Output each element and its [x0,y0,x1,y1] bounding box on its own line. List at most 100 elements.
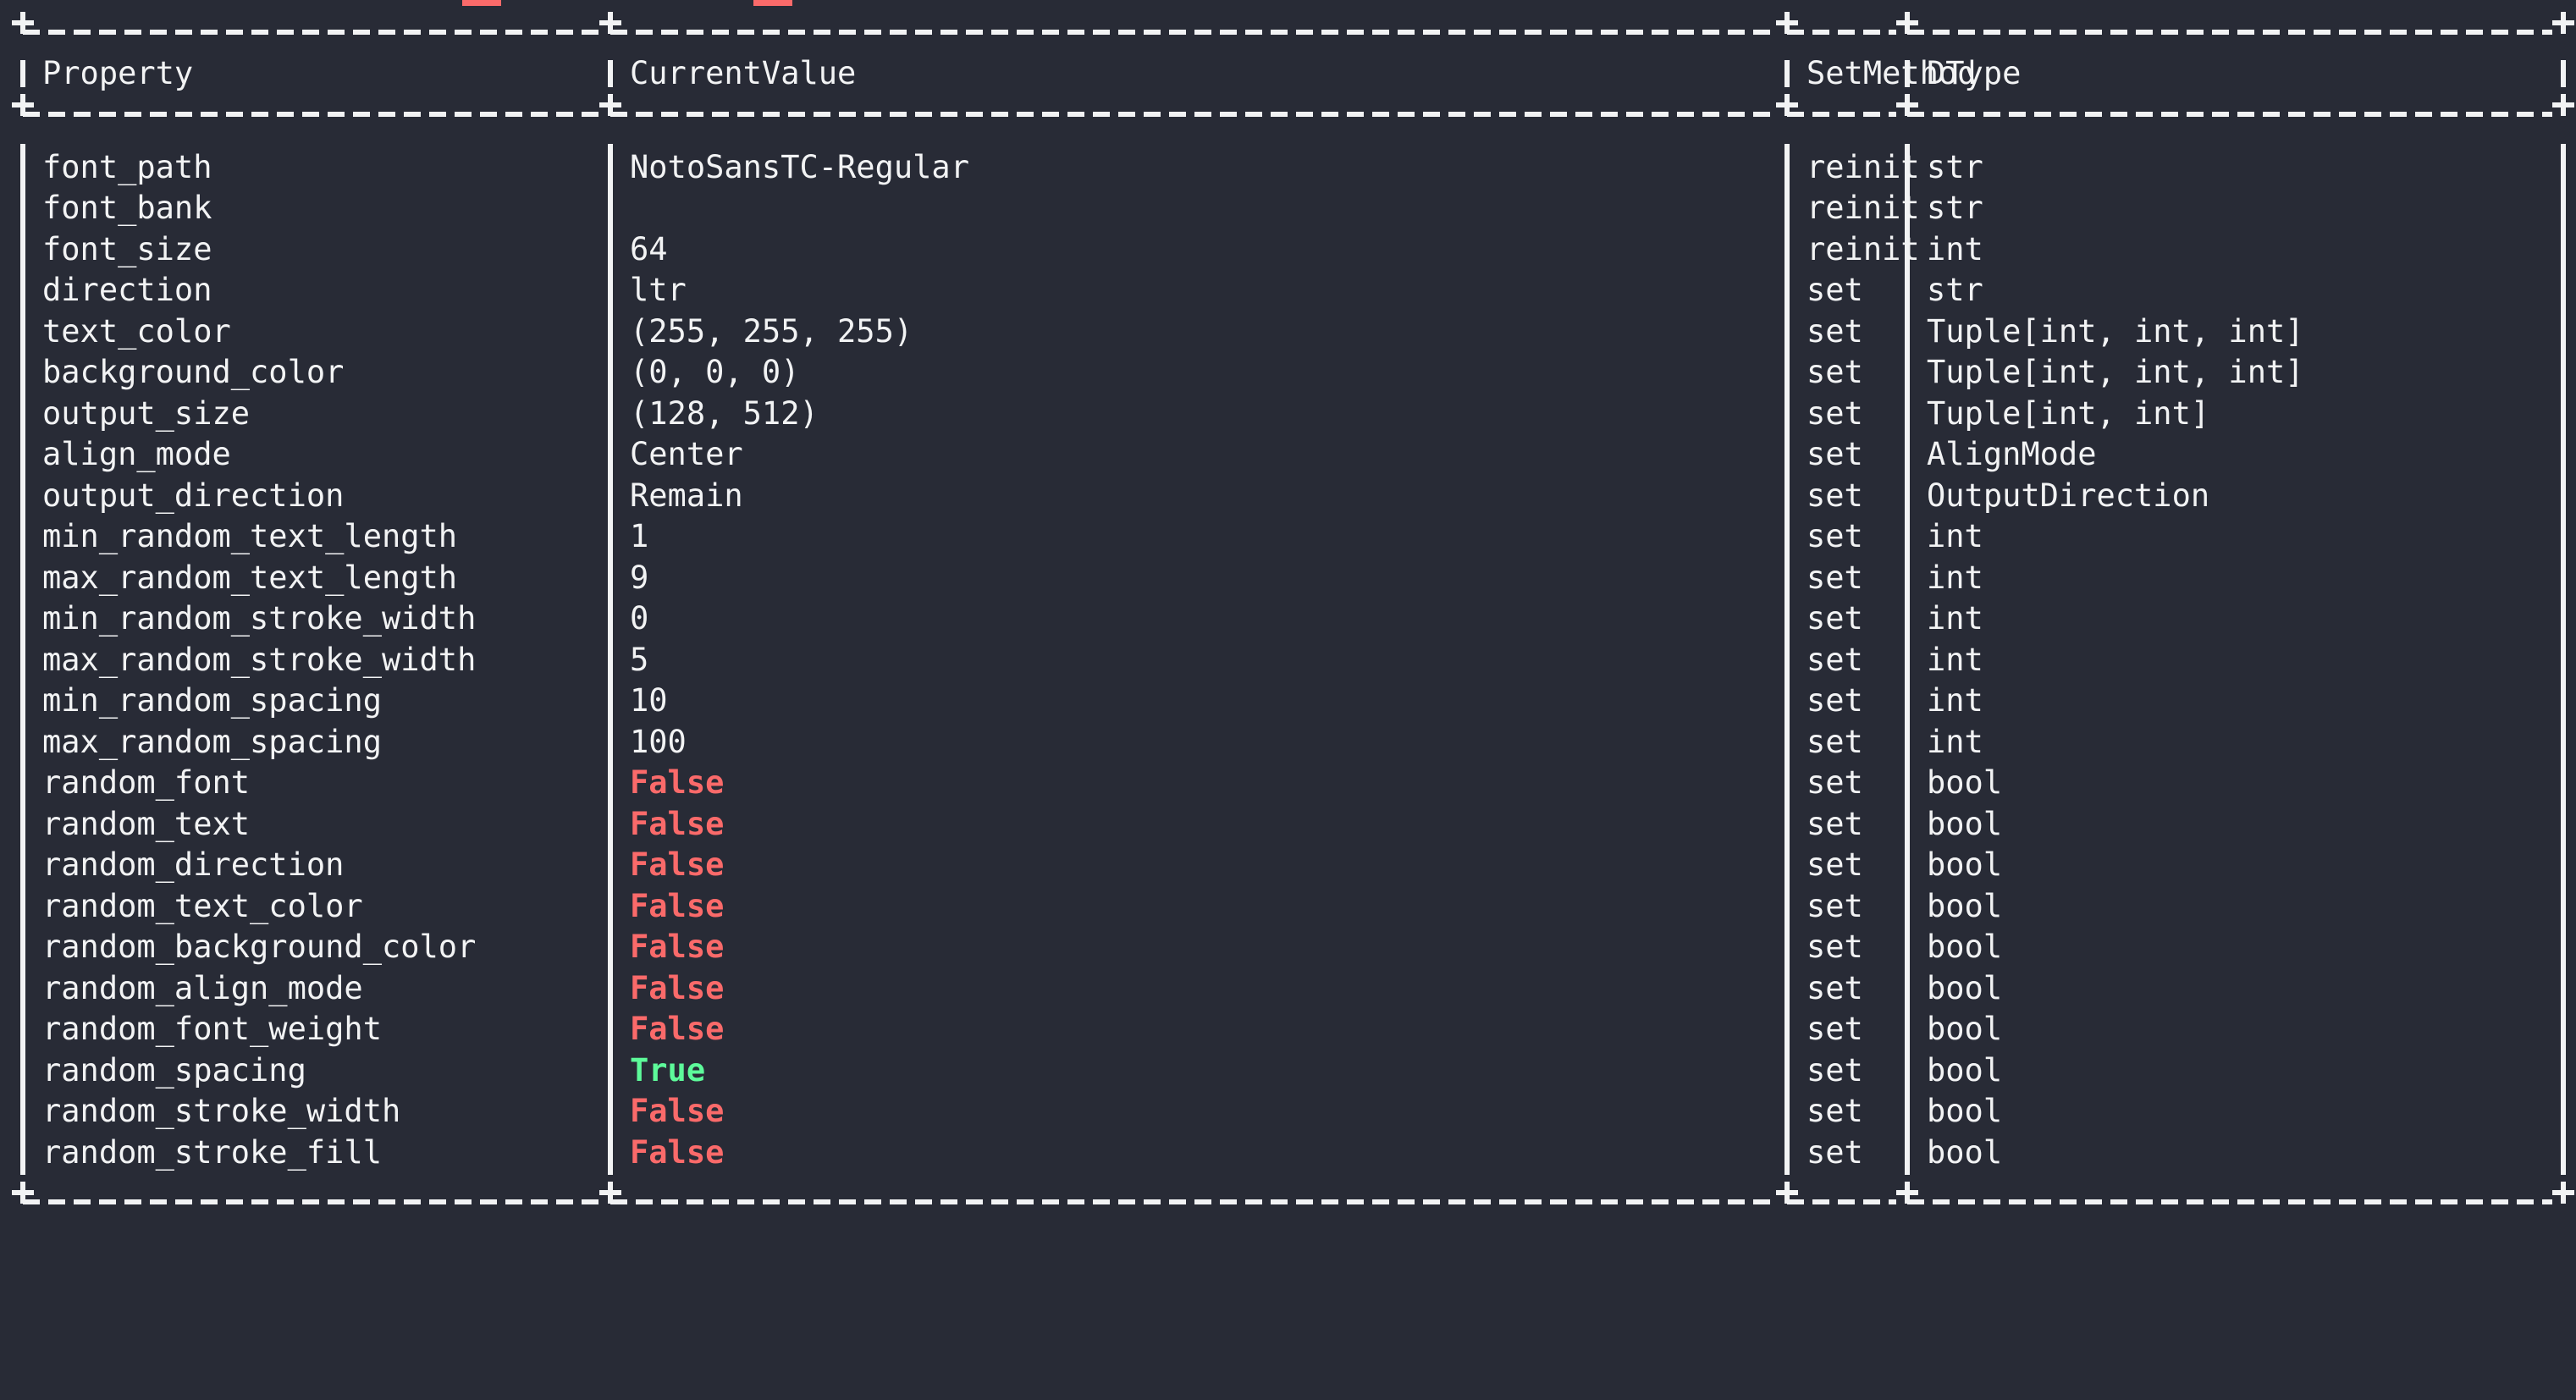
cell-current-value: False [630,1011,725,1047]
cell-dtype: AlignMode [1927,436,2097,472]
cell-dtype: bool [1927,887,2003,924]
column-header-property: Property [42,54,194,91]
cell-property: min_random_text_length [42,518,458,554]
cell-dtype: int [1927,723,1983,760]
cell-property: random_direction [42,846,345,883]
table-border-dash [23,112,599,117]
cell-set-method: set [1807,969,1863,1006]
table-border-dash [610,30,1776,35]
cell-property: random_stroke_fill [42,1133,382,1171]
clipped-text-fragment [462,0,501,6]
cell-property: random_background_color [42,929,477,965]
table-body-vertical-border [1905,143,1910,1175]
cell-property: align_mode [42,436,231,472]
cell-set-method: set [1807,929,1863,965]
cell-property: random_font [42,764,251,801]
table-body-vertical-border [20,143,25,1175]
cell-property: max_random_spacing [42,723,382,760]
cell-current-value: False [630,764,725,801]
cell-property: random_stroke_width [42,1093,401,1129]
cell-set-method: reinit [1807,148,1920,185]
cell-property: random_align_mode [42,969,363,1006]
cell-property: random_spacing [42,1051,306,1089]
cell-current-value: 64 [630,230,668,267]
table-header-vertical-border [2561,59,2566,87]
cell-current-value: NotoSansTC-Regular [630,148,969,185]
cell-property: font_path [42,148,212,185]
cell-set-method: set [1807,846,1863,883]
cell-current-value: 9 [630,559,649,596]
table-border-dash [610,1199,1776,1204]
table-border-dash [1787,112,1896,117]
cell-set-method: set [1807,559,1863,596]
cell-dtype: str [1927,148,1983,185]
cell-property: random_text_color [42,887,363,924]
cell-dtype: bool [1927,805,2003,842]
cell-set-method: set [1807,1011,1863,1047]
table-border-junction [12,12,34,34]
cell-dtype: bool [1927,969,2003,1006]
cell-dtype: str [1927,190,1983,226]
table-border-junction [12,94,34,116]
cell-set-method: reinit [1807,190,1920,226]
table-header-separator [12,94,2574,135]
cell-property: background_color [42,354,345,390]
table-header-vertical-border [1784,59,1790,87]
cell-current-value: 1 [630,518,649,554]
cell-set-method: set [1807,354,1863,390]
table-border-junction [2552,12,2574,34]
cell-current-value: False [630,846,725,883]
table-border-dash [23,1199,599,1204]
cell-dtype: int [1927,682,1983,719]
table-bottom-border [12,1182,2574,1222]
cell-set-method: set [1807,518,1863,554]
table-border-junction [1896,1182,1918,1204]
cell-property: min_random_spacing [42,682,382,719]
cell-set-method: reinit [1807,230,1920,267]
table-border-junction [1896,12,1918,34]
cell-current-value: (128, 512) [630,394,819,432]
cell-property: font_bank [42,190,212,226]
cell-set-method: set [1807,272,1863,308]
cell-property: max_random_stroke_width [42,641,477,678]
cell-property: random_text [42,805,251,842]
cell-current-value: 100 [630,723,687,760]
cell-current-value: False [630,969,725,1006]
cell-dtype: bool [1927,1093,2003,1129]
table-border-dash [1907,112,2552,117]
cell-set-method: set [1807,312,1863,350]
cell-current-value: ltr [630,272,687,308]
cell-set-method: set [1807,436,1863,472]
table-border-junction [1896,94,1918,116]
cell-dtype: Tuple[int, int, int] [1927,354,2304,390]
cell-dtype: Tuple[int, int, int] [1927,312,2304,350]
cell-dtype: bool [1927,929,2003,965]
cell-dtype: Tuple[int, int] [1927,394,2210,432]
cell-set-method: set [1807,805,1863,842]
table-header-vertical-border [608,59,613,87]
cell-set-method: set [1807,723,1863,760]
cell-current-value: False [630,1133,725,1171]
cell-dtype: OutputDirection [1927,477,2210,514]
cell-set-method: set [1807,1051,1863,1089]
cell-current-value: (0, 0, 0) [630,354,800,390]
property-table: Property CurrentValue SetMethod DType font_p… [12,12,2574,1383]
table-border-junction [2552,94,2574,116]
cell-dtype: bool [1927,1051,2003,1089]
table-border-dash [23,30,599,35]
cell-current-value: 10 [630,682,668,719]
cell-current-value: (255, 255, 255) [630,312,913,350]
cell-dtype: int [1927,600,1983,637]
cell-property: random_font_weight [42,1011,382,1047]
table-header-vertical-border [20,59,25,87]
table-border-dash [1907,1199,2552,1204]
cell-dtype: bool [1927,1011,2003,1047]
cell-dtype: bool [1927,1133,2003,1171]
table-border-junction [599,1182,621,1204]
table-border-junction [1776,1182,1798,1204]
table-border-junction [1776,12,1798,34]
cell-property: min_random_stroke_width [42,600,477,637]
cell-dtype: int [1927,641,1983,678]
cell-dtype: str [1927,272,1983,308]
cell-current-value: 0 [630,600,649,637]
